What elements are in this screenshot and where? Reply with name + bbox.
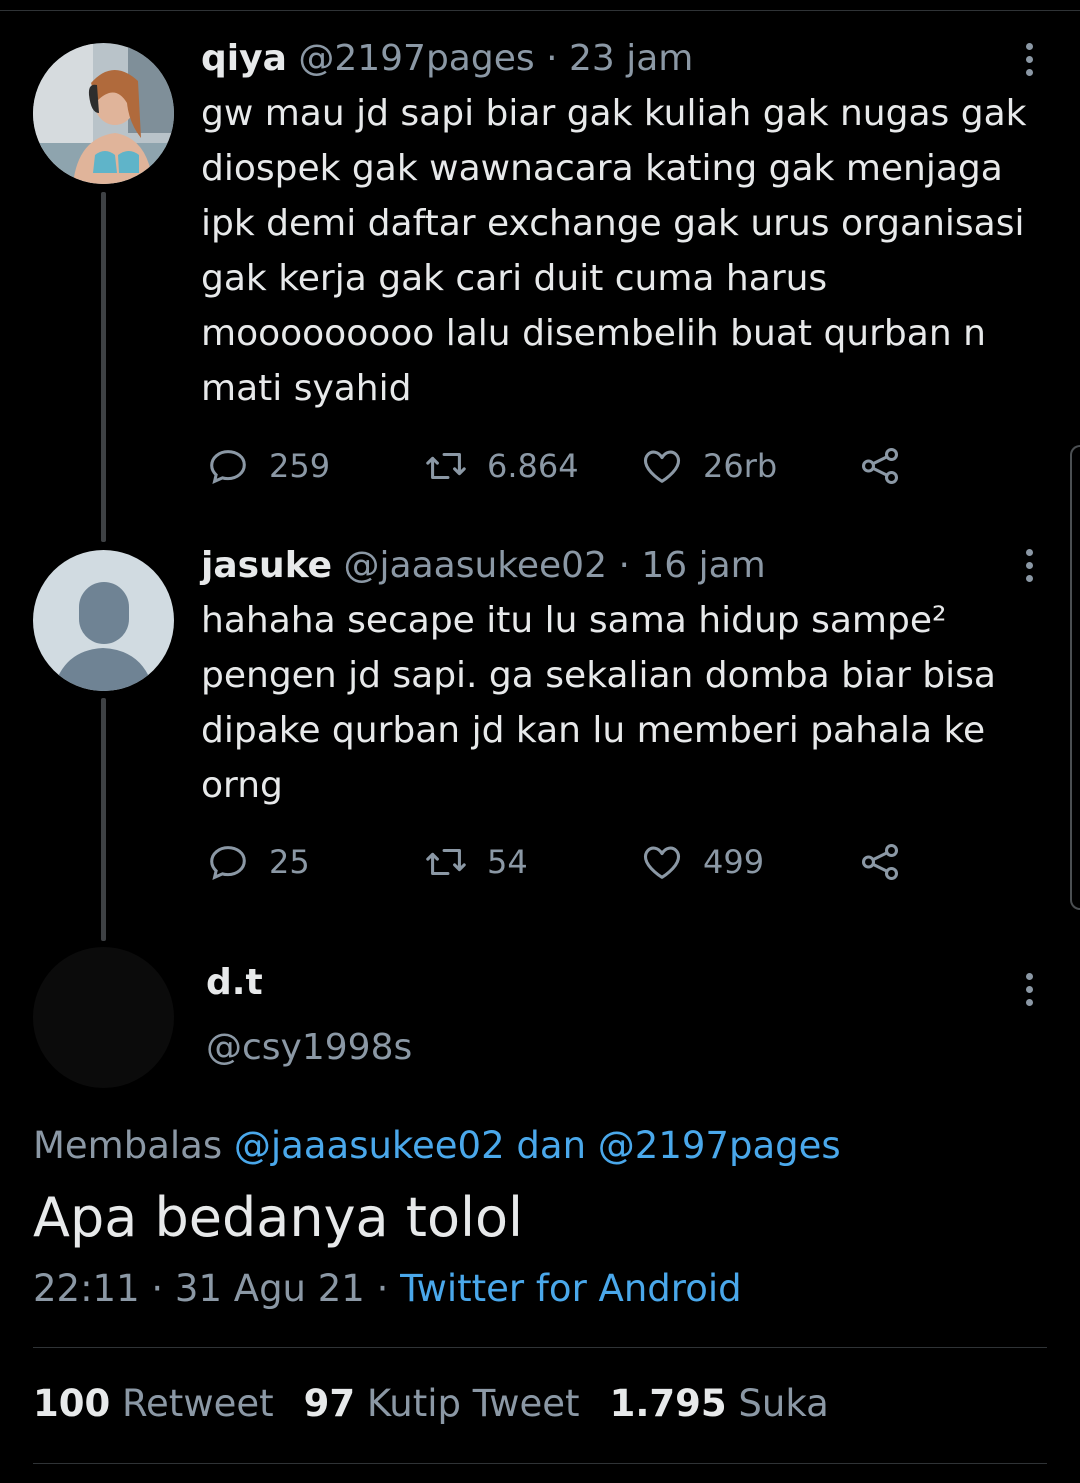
tweet-header: jasuke @jaaasukee02 · 16 jam	[201, 542, 1050, 590]
more-icon[interactable]	[1024, 43, 1034, 82]
reply-and: dan	[516, 1124, 587, 1167]
retweet-count: 6.864	[487, 447, 579, 485]
reply-icon	[210, 450, 246, 484]
retweet-label: Retweet	[122, 1382, 274, 1425]
tweet-text: Apa bedanya tolol	[33, 1186, 524, 1249]
retweet-button[interactable]: 54	[423, 838, 528, 886]
tweet-header: qiya @2197pages · 23 jam	[201, 35, 1050, 83]
retweet-stat[interactable]: 100 Retweet	[33, 1382, 274, 1425]
action-bar: 259 6.864 26rb	[201, 442, 921, 490]
avatar-jasuke[interactable]	[33, 550, 174, 691]
tweet-text: gw mau jd sapi biar gak kuliah gak nugas…	[201, 93, 1027, 409]
quote-label: Kutip Tweet	[366, 1382, 580, 1425]
like-stat[interactable]: 1.795 Suka	[610, 1382, 829, 1425]
retweet-button[interactable]: 6.864	[423, 442, 579, 490]
avatar-photo	[33, 43, 174, 184]
author-name[interactable]: jasuke	[201, 545, 332, 586]
default-avatar-icon	[33, 550, 174, 691]
replying-to: Membalas @jaaasukee02 dan @2197pages	[33, 1124, 841, 1167]
author-handle[interactable]: @jaaasukee02	[344, 545, 607, 586]
top-divider	[0, 10, 1080, 11]
avatar-qiya[interactable]	[33, 43, 174, 184]
share-button[interactable]	[857, 838, 903, 886]
quote-total: 97	[303, 1382, 356, 1425]
author-name[interactable]: qiya	[201, 38, 287, 79]
like-button[interactable]: 499	[639, 838, 764, 886]
reply-count: 259	[269, 447, 331, 485]
tweet-time: · 23 jam	[546, 38, 694, 79]
divider	[33, 1347, 1047, 1348]
divider	[33, 1463, 1047, 1464]
reply-icon	[210, 846, 246, 880]
tweet-time: · 16 jam	[618, 545, 766, 586]
share-icon	[861, 447, 899, 485]
thread-line	[101, 698, 106, 941]
author-handle[interactable]: @2197pages	[298, 38, 534, 79]
like-label: Suka	[738, 1382, 829, 1425]
more-icon[interactable]	[1024, 973, 1034, 1012]
avatar-dt[interactable]	[33, 947, 174, 1088]
retweet-icon	[426, 452, 466, 480]
reply-count: 25	[269, 843, 310, 881]
scroll-edge	[1070, 445, 1080, 910]
reply-link-user2[interactable]: @2197pages	[598, 1124, 841, 1167]
share-icon	[861, 843, 899, 881]
like-count: 499	[703, 843, 765, 881]
thread-line	[101, 192, 106, 542]
like-count: 26rb	[703, 447, 778, 485]
reply-prefix: Membalas	[33, 1124, 223, 1167]
like-icon	[643, 450, 681, 483]
tweet-time: 22:11 · 31 Agu 21 ·	[33, 1267, 389, 1310]
like-icon	[643, 846, 681, 879]
author-name[interactable]: d.t	[206, 962, 263, 1003]
tweet-timestamp: 22:11 · 31 Agu 21 · Twitter for Android	[33, 1267, 742, 1310]
more-icon[interactable]	[1024, 549, 1034, 588]
retweet-count: 54	[487, 843, 528, 881]
tweet-text: hahaha secape itu lu sama hidup sampe² p…	[201, 600, 996, 806]
retweet-total: 100	[33, 1382, 111, 1425]
engagement-stats: 100 Retweet 97 Kutip Tweet 1.795 Suka	[33, 1382, 829, 1425]
like-total: 1.795	[609, 1382, 727, 1425]
quote-stat[interactable]: 97 Kutip Tweet	[304, 1382, 580, 1425]
like-button[interactable]: 26rb	[639, 442, 777, 490]
reply-button[interactable]: 25	[205, 838, 310, 886]
author-handle[interactable]: @csy1998s	[206, 1027, 412, 1068]
action-bar: 25 54 499	[201, 838, 921, 886]
source-link[interactable]: Twitter for Android	[400, 1267, 741, 1310]
share-button[interactable]	[857, 442, 903, 490]
retweet-icon	[426, 848, 466, 876]
reply-link-user1[interactable]: @jaaasukee02	[234, 1124, 505, 1167]
reply-button[interactable]: 259	[205, 442, 330, 490]
